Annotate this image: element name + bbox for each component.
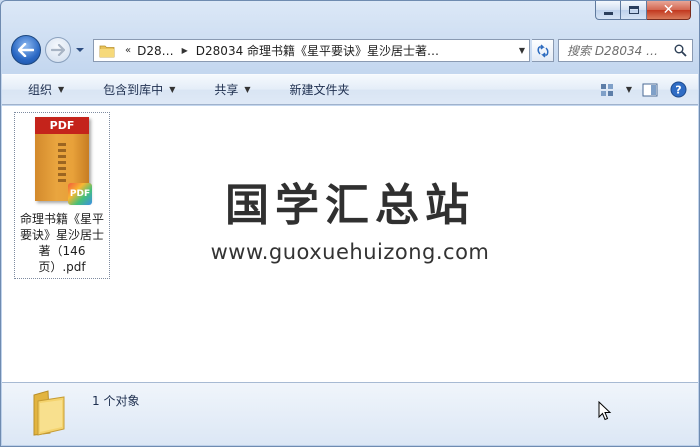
preview-pane-button[interactable] [636,78,664,102]
breadcrumb-segment-parent[interactable]: D28… [137,44,174,58]
change-view-button[interactable] [594,78,622,102]
close-button[interactable]: ✕ [647,1,691,20]
close-icon: ✕ [662,2,675,18]
include-in-library-menu[interactable]: 包含到库中 ▼ [77,75,188,104]
navigation-bar: « D28… ▶ D28034 命理书籍《星平要诀》星沙居士著… ▼ [9,35,693,65]
minimize-button[interactable] [595,1,621,20]
chevron-down-icon: ▼ [169,85,176,94]
help-icon: ? [670,81,686,98]
pdf-thumb-label: PDF [35,117,89,134]
share-label: 共享 [214,83,239,97]
command-toolbar: 组织 ▼ 包含到库中 ▼ 共享 ▼ 新建文件夹 ▼ ? [2,74,698,105]
maximize-button[interactable] [621,1,647,20]
view-options-dropdown[interactable]: ▼ [622,78,636,102]
file-list-area[interactable]: PDF PDF 命理书籍《星平要诀》星沙居士著（146页）.pdf 国学汇总站 … [2,106,698,382]
recent-pages-dropdown-icon[interactable] [75,45,85,55]
watermark-url: www.guoxuehuizong.com [210,240,490,264]
maximize-icon [628,6,639,14]
address-bar[interactable]: « D28… ▶ D28034 命理书籍《星平要诀》星沙居士著… ▼ [93,39,530,62]
search-box[interactable] [558,39,693,62]
refresh-button[interactable] [532,39,554,62]
help-button[interactable]: ? [664,78,692,102]
view-icon [601,83,613,96]
refresh-icon [536,43,549,58]
details-pane: 1 个对象 [2,382,698,445]
search-icon[interactable] [674,44,687,57]
item-count: 1 个对象 [92,394,140,408]
breadcrumb-arrow-icon[interactable]: ▶ [182,46,188,55]
share-menu[interactable]: 共享 ▼ [188,75,263,104]
chevron-down-icon: ▼ [244,85,251,94]
organize-label: 组织 [28,83,53,97]
minimize-icon [603,11,613,15]
back-button[interactable] [11,35,41,65]
new-folder-button[interactable]: 新建文件夹 [264,75,363,104]
folder-icon [99,45,115,57]
breadcrumb-overflow[interactable]: « [125,45,131,56]
new-folder-label: 新建文件夹 [289,83,350,97]
folder-icon [33,390,65,436]
svg-text:?: ? [675,84,681,97]
arrow-right-icon [51,44,65,56]
toolbar-right-group: ▼ ? [594,75,692,104]
address-dropdown-icon[interactable]: ▼ [519,46,525,55]
forward-button[interactable] [45,37,71,63]
arrow-left-icon [18,43,34,57]
search-input[interactable] [567,43,667,58]
chevron-down-icon: ▼ [625,85,633,94]
preview-pane-icon [642,83,658,96]
organize-menu[interactable]: 组织 ▼ [2,75,77,104]
caption-buttons: ✕ [595,1,691,21]
chevron-down-icon: ▼ [58,85,65,94]
explorer-window: ✕ « D28… ▶ D28034 命理书籍《星平要诀》星沙居士著… ▼ 搜索 … [0,0,700,447]
breadcrumb-segment-current[interactable]: D28034 命理书籍《星平要诀》星沙居士著… [196,42,439,59]
mouse-cursor-icon [598,401,612,421]
include-in-library-label: 包含到库中 [103,83,164,97]
watermark-title: 国学汇总站 [225,180,475,231]
